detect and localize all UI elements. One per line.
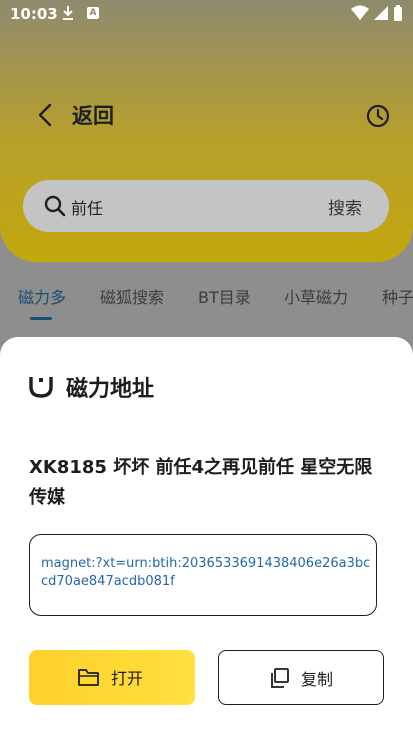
folder-icon [78, 669, 99, 686]
tab-cihu-search[interactable]: 磁狐搜索 [100, 284, 164, 308]
magnet-bottom-sheet: 磁力地址 XK8185 坏坏 前任4之再见前任 星空无限传媒 magnet:?x… [0, 337, 413, 734]
search-button[interactable]: 搜索 [328, 194, 362, 219]
copy-icon [271, 668, 289, 688]
search-icon [44, 195, 66, 217]
magnet-link[interactable]: magnet:?xt=urn:btih:2036533691438406e26a… [41, 555, 371, 591]
copy-button-label: 复制 [301, 670, 334, 689]
download-icon [63, 6, 73, 20]
tab-bt-catalog[interactable]: BT目录 [198, 284, 251, 308]
tab-xiaocao-cili[interactable]: 小草磁力 [284, 284, 348, 308]
source-tabs: 磁力多 磁狐搜索 BT目录 小草磁力 种子 [0, 284, 413, 324]
page-title[interactable]: 返回 [72, 100, 114, 130]
wifi-icon [351, 5, 369, 20]
tab-zhongzi[interactable]: 种子 [382, 284, 413, 308]
notification-a-icon: A [87, 7, 99, 19]
tab-cili-duo[interactable]: 磁力多 [18, 284, 66, 308]
open-button-label: 打开 [111, 669, 144, 688]
active-tab-indicator [30, 317, 52, 320]
battery-icon [394, 5, 402, 21]
history-clock-icon[interactable] [364, 102, 392, 130]
copy-button[interactable]: 复制 [218, 650, 384, 705]
magnet-icon [29, 377, 53, 398]
magnet-link-box[interactable]: magnet:?xt=urn:btih:2036533691438406e26a… [29, 534, 377, 616]
search-input[interactable]: 前任 搜索 [23, 180, 389, 232]
sheet-title: 磁力地址 [66, 377, 155, 402]
status-bar: 10:03 A [0, 0, 413, 28]
open-button[interactable]: 打开 [29, 650, 195, 705]
signal-icon [374, 6, 388, 20]
status-time: 10:03 [10, 5, 58, 23]
back-arrow-icon[interactable] [34, 101, 58, 129]
torrent-name: XK8185 坏坏 前任4之再见前任 星空无限传媒 [29, 457, 373, 508]
search-query[interactable]: 前任 [71, 195, 103, 219]
